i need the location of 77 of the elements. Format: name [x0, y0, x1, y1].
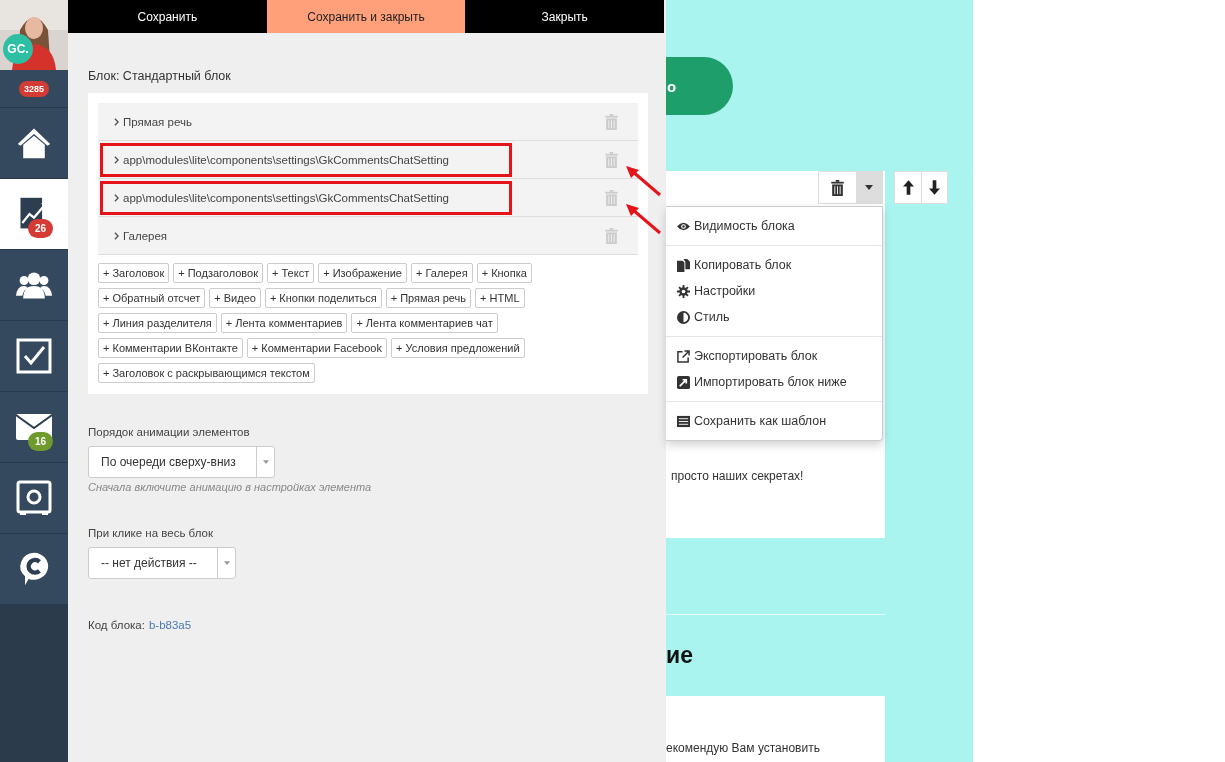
- add-element-button[interactable]: + Линия разделителя: [98, 313, 217, 333]
- gear-icon: [677, 284, 690, 298]
- nav-item[interactable]: [0, 321, 68, 392]
- chevron-icon: [114, 231, 119, 240]
- toolbar-button[interactable]: Закрыть: [465, 0, 664, 33]
- chevron-icon: [114, 193, 119, 202]
- add-element-button[interactable]: + Галерея: [411, 263, 473, 283]
- caret-icon: [262, 460, 269, 464]
- add-element-button[interactable]: + Условия предложений: [390, 338, 525, 358]
- menu-item[interactable]: Сохранить как шаблон: [666, 408, 882, 434]
- add-element-button[interactable]: + Кнопки поделиться: [264, 288, 382, 308]
- chevron-icon: [114, 155, 119, 164]
- add-element-button[interactable]: + Комментарии ВКонтакте: [98, 338, 243, 358]
- paragraph-text: екомендую Вам установить: [666, 741, 820, 755]
- element-row[interactable]: app\modules\lite\components\settings\GkCommentsChatSetting: [98, 179, 638, 217]
- block-title: Блок: Стандартный блок: [88, 69, 232, 83]
- block-code-label: Код блока:: [88, 619, 145, 631]
- element-row[interactable]: app\modules\lite\components\settings\GkCommentsChatSetting: [98, 141, 638, 179]
- arrow-down-icon: [929, 180, 940, 195]
- block-code-link[interactable]: b-b83a5: [148, 619, 192, 631]
- nav-item[interactable]: [0, 250, 68, 321]
- element-label: app\modules\lite\components\settings\GkCommentsChatSetting: [123, 153, 449, 166]
- annotation-arrow: [626, 165, 662, 197]
- field-label: Порядок анимации элементов: [88, 426, 251, 438]
- dropdown-button[interactable]: [856, 172, 882, 203]
- toolbar-button[interactable]: Сохранить: [68, 0, 267, 33]
- nav-item[interactable]: [0, 534, 68, 605]
- add-element-button[interactable]: + Прямая речь: [385, 288, 472, 308]
- select-field[interactable]: -- нет действия --: [88, 547, 236, 579]
- nav-item[interactable]: [0, 463, 68, 534]
- add-element-button[interactable]: + Кнопка: [476, 263, 532, 283]
- safe-icon: [16, 480, 52, 516]
- add-element-button[interactable]: + Обратный отсчет: [98, 288, 206, 308]
- element-row[interactable]: Прямая речь: [98, 103, 638, 141]
- share-square-icon: [677, 375, 690, 389]
- checkbox-icon: [16, 338, 52, 374]
- toolbar-button[interactable]: Сохранить и закрыть: [266, 0, 466, 33]
- list-icon: [677, 414, 690, 428]
- add-element-button[interactable]: + Лента комментариев чат: [351, 313, 498, 333]
- caret-icon: [865, 185, 873, 190]
- menu-item[interactable]: Копировать блок: [666, 252, 882, 278]
- arrow-up-icon: [902, 180, 914, 195]
- menu-item[interactable]: Импортировать блок ниже: [666, 369, 882, 395]
- count-badge: 26: [28, 219, 54, 238]
- add-element-button[interactable]: + Заголовок с раскрывающимся текстом: [98, 363, 315, 383]
- element-label: Прямая речь: [123, 115, 192, 128]
- menu-item[interactable]: Настройки: [666, 278, 882, 304]
- trash-icon: [831, 179, 844, 196]
- add-element-button[interactable]: + HTML: [475, 288, 525, 308]
- menu-item[interactable]: Стиль: [666, 304, 882, 330]
- contrast-icon: [677, 310, 690, 324]
- add-element-button[interactable]: + Лента комментариев: [220, 313, 348, 333]
- add-element-button[interactable]: + Изображение: [318, 263, 407, 283]
- chevron-icon: [114, 117, 119, 126]
- select-field[interactable]: По очереди сверху-вниз: [88, 446, 275, 478]
- annotation-arrow: [626, 203, 662, 235]
- element-label: app\modules\lite\components\settings\GkCommentsChatSetting: [123, 191, 449, 204]
- copy-icon: [677, 258, 690, 272]
- external-link-icon: [677, 349, 690, 363]
- menu-item[interactable]: Видимость блока: [666, 213, 882, 239]
- card-text: просто наших секретах!: [671, 469, 804, 483]
- nav-item[interactable]: [0, 108, 68, 179]
- add-element-button[interactable]: + Комментарии Facebook: [246, 338, 387, 358]
- notification-count: 3285: [19, 80, 49, 97]
- element-label: Галерея: [123, 229, 168, 242]
- add-element-button[interactable]: + Видео: [209, 288, 261, 308]
- field-hint: Сначала включите анимацию в настройках элемента: [88, 481, 373, 493]
- section-heading: ие: [666, 642, 693, 669]
- field-label: При клике на весь блок: [88, 527, 214, 539]
- add-element-button[interactable]: + Текст: [267, 263, 315, 283]
- element-row[interactable]: Галерея: [98, 217, 638, 255]
- add-element-button[interactable]: + Подзаголовок: [173, 263, 263, 283]
- count-badge: 16: [28, 432, 54, 451]
- nav-item[interactable]: 26: [0, 179, 68, 250]
- menu-item[interactable]: Экспортировать блок: [666, 343, 882, 369]
- add-element-button[interactable]: + Заголовок: [98, 263, 170, 283]
- caret-icon: [223, 561, 230, 565]
